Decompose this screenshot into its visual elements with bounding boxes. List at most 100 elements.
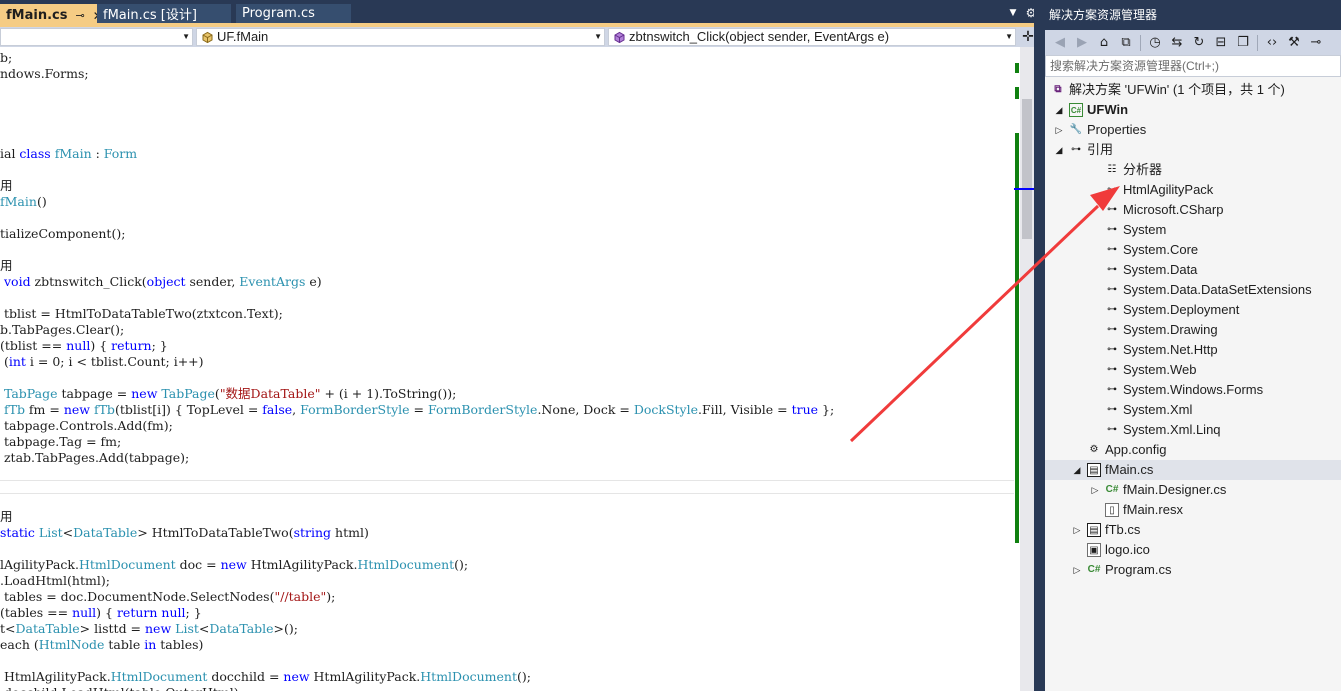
panel-title: 解决方案资源管理器 xyxy=(1045,0,1341,30)
tree-item-program-cs[interactable]: ▷ C# Program.cs xyxy=(1045,560,1341,580)
panel-splitter[interactable] xyxy=(1034,0,1045,691)
tree-item-htmlagilitypack[interactable]: ⊶ HtmlAgilityPack xyxy=(1045,180,1341,200)
tree-item-[interactable]: ☷ 分析器 xyxy=(1045,160,1341,180)
expand-icon[interactable]: ▷ xyxy=(1089,480,1101,500)
tree-item-microsoft-csharp[interactable]: ⊶ Microsoft.CSharp xyxy=(1045,200,1341,220)
code-view-icon[interactable]: ‹› xyxy=(1261,33,1283,53)
tab-program-cs[interactable]: Program.cs xyxy=(236,4,351,23)
properties-icon[interactable]: ⚒ xyxy=(1283,33,1305,53)
references-icon: ⊶ xyxy=(1071,144,1081,155)
collapse-icon[interactable]: ◢ xyxy=(1071,460,1083,480)
code-line: tializeComponent(); xyxy=(0,226,126,241)
tab-list-dropdown-icon[interactable]: ▼ xyxy=(1006,6,1020,20)
expand-icon[interactable]: ▷ xyxy=(1071,560,1083,580)
tree-item-label: System.Web xyxy=(1123,362,1197,377)
tab-fmain-cs[interactable]: fMain.cs ⊸ ✕ xyxy=(0,4,97,27)
analyzer-icon: ☷ xyxy=(1107,164,1117,175)
code-line: b.TabPages.Clear(); xyxy=(0,322,125,337)
tab-fmain-designer[interactable]: fMain.cs [设计] xyxy=(97,4,231,23)
home-icon[interactable]: ⌂ xyxy=(1093,33,1115,53)
code-line: 用 xyxy=(0,178,13,193)
region-separator xyxy=(0,493,1014,494)
ico-file-icon: ▣ xyxy=(1087,543,1101,557)
tree-item-system-xml[interactable]: ⊶ System.Xml xyxy=(1045,400,1341,420)
class-combo-value: UF.fMain xyxy=(217,29,269,44)
collapse-all-icon[interactable]: ⊟ xyxy=(1210,33,1232,53)
show-all-files-icon[interactable]: ❐ xyxy=(1232,33,1254,53)
tree-item-label: Microsoft.CSharp xyxy=(1123,202,1224,217)
tree-item-system-net-http[interactable]: ⊶ System.Net.Http xyxy=(1045,340,1341,360)
tree-item-system-xml-linq[interactable]: ⊶ System.Xml.Linq xyxy=(1045,420,1341,440)
chevron-down-icon[interactable]: ▼ xyxy=(1005,29,1013,45)
code-line: tabpage.Tag = fm; xyxy=(0,434,122,449)
tree-item-system-drawing[interactable]: ⊶ System.Drawing xyxy=(1045,320,1341,340)
tree-item-label: Properties xyxy=(1087,122,1147,137)
tree-item-label: System.Drawing xyxy=(1123,322,1218,337)
member-combo[interactable]: zbtnswitch_Click(object sender, EventArg… xyxy=(608,28,1016,46)
tree-item-system-web[interactable]: ⊶ System.Web xyxy=(1045,360,1341,380)
code-editor[interactable]: b; ndows.Forms; ial class fMain : Form 用 fMa… xyxy=(0,47,1014,691)
collapse-icon[interactable]: ◢ xyxy=(1053,100,1065,120)
tree-item-logo-ico[interactable]: ▣ logo.ico xyxy=(1045,540,1341,560)
tree-item-system-data-datasetextensions[interactable]: ⊶ System.Data.DataSetExtensions xyxy=(1045,280,1341,300)
solution-explorer-toolbar: ◀ ▶ ⌂ ⧉ ◷ ⇆ ↻ ⊟ ❐ ‹› ⚒ ⊸ xyxy=(1045,30,1341,55)
refresh-icon[interactable]: ↻ xyxy=(1188,33,1210,53)
tree-item-label: System.Windows.Forms xyxy=(1123,382,1264,397)
wrench-icon: 🔧 xyxy=(1069,124,1083,135)
tree-item-[interactable]: ◢ ⊶ 引用 xyxy=(1045,140,1341,160)
collapse-icon[interactable]: ◢ xyxy=(1053,140,1065,160)
change-marker xyxy=(1015,87,1019,99)
tree-item-ufwin[interactable]: ◢ C# UFWin xyxy=(1045,100,1341,120)
history-icon[interactable]: ◷ xyxy=(1144,33,1166,53)
code-line: tabpage.Controls.Add(fm); xyxy=(0,418,173,433)
tree-item-system[interactable]: ⊶ System xyxy=(1045,220,1341,240)
tree-item-label: fMain.resx xyxy=(1123,502,1183,517)
solution-search-input[interactable]: 搜索解决方案资源管理器(Ctrl+;) xyxy=(1045,55,1341,77)
tree-item-system-windows-forms[interactable]: ⊶ System.Windows.Forms xyxy=(1045,380,1341,400)
member-combo-value: zbtnswitch_Click(object sender, EventArg… xyxy=(629,29,890,44)
expand-icon[interactable]: ▷ xyxy=(1071,520,1083,540)
preview-icon[interactable]: ⊸ xyxy=(1305,33,1327,53)
expand-icon[interactable]: ▷ xyxy=(1053,120,1065,140)
back-icon[interactable]: ◀ xyxy=(1049,33,1071,53)
code-line: lAgilityPack.HtmlDocument doc = new Html… xyxy=(0,557,469,572)
tree-item-label: 解决方案 'UFWin' (1 个项目，共 1 个) xyxy=(1069,82,1285,97)
tree-item-ufwin-1-1[interactable]: ⧉ 解决方案 'UFWin' (1 个项目，共 1 个) xyxy=(1045,80,1341,100)
method-icon xyxy=(614,31,625,43)
sync-icon[interactable]: ⇆ xyxy=(1166,33,1188,53)
chevron-down-icon[interactable]: ▼ xyxy=(182,29,190,45)
editor-scrollbar[interactable] xyxy=(1020,47,1034,691)
scrollbar-thumb[interactable] xyxy=(1022,99,1032,239)
tree-item-label: System.Xml.Linq xyxy=(1123,422,1221,437)
tree-item-ftb-cs[interactable]: ▷ ▤ fTb.cs xyxy=(1045,520,1341,540)
chevron-down-icon[interactable]: ▼ xyxy=(594,29,602,45)
toolbar-separator xyxy=(1140,34,1141,51)
tree-item-system-data[interactable]: ⊶ System.Data xyxy=(1045,260,1341,280)
tree-item-label: System.Data xyxy=(1123,262,1198,277)
code-line: fTb fm = new fTb(tblist[i]) { TopLevel =… xyxy=(3,402,835,417)
pin-icon[interactable]: ⊸ xyxy=(75,9,84,22)
tree-item-fmain-designer-cs[interactable]: ▷ C# fMain.Designer.cs xyxy=(1045,480,1341,500)
tree-item-fmain-resx[interactable]: ▯ fMain.resx xyxy=(1045,500,1341,520)
tree-item-label: fMain.Designer.cs xyxy=(1123,482,1227,497)
class-combo[interactable]: UF.fMain ▼ xyxy=(196,28,605,46)
tree-item-label: System xyxy=(1123,222,1167,237)
code-line: tblist = HtmlToDataTableTwo(ztxtcon.Text… xyxy=(0,306,283,321)
tree-item-system-deployment[interactable]: ⊶ System.Deployment xyxy=(1045,300,1341,320)
csharp-file-icon: C# xyxy=(1087,564,1101,575)
tree-item-system-core[interactable]: ⊶ System.Core xyxy=(1045,240,1341,260)
code-line: each (HtmlNode table in tables) xyxy=(0,637,204,652)
code-line: 用 xyxy=(0,258,13,273)
switch-views-icon[interactable]: ⧉ xyxy=(1115,33,1137,53)
tree-item-label: System.Deployment xyxy=(1123,302,1240,317)
reference-icon: ⊶ xyxy=(1107,244,1117,255)
code-line: HtmlAgilityPack.HtmlDocument docchild = … xyxy=(0,669,531,684)
forward-icon[interactable]: ▶ xyxy=(1071,33,1093,53)
tree-item-label: App.config xyxy=(1105,442,1167,457)
tree-item-app-config[interactable]: ⚙ App.config xyxy=(1045,440,1341,460)
project-combo[interactable]: ▼ xyxy=(0,28,193,46)
tree-item-fmain-cs[interactable]: ◢ ▤ fMain.cs xyxy=(1045,460,1341,480)
tree-item-properties[interactable]: ▷ 🔧 Properties xyxy=(1045,120,1341,140)
csharp-file-icon: C# xyxy=(1105,484,1119,495)
code-line: TabPage tabpage = new TabPage("数据DataTab… xyxy=(3,386,457,401)
